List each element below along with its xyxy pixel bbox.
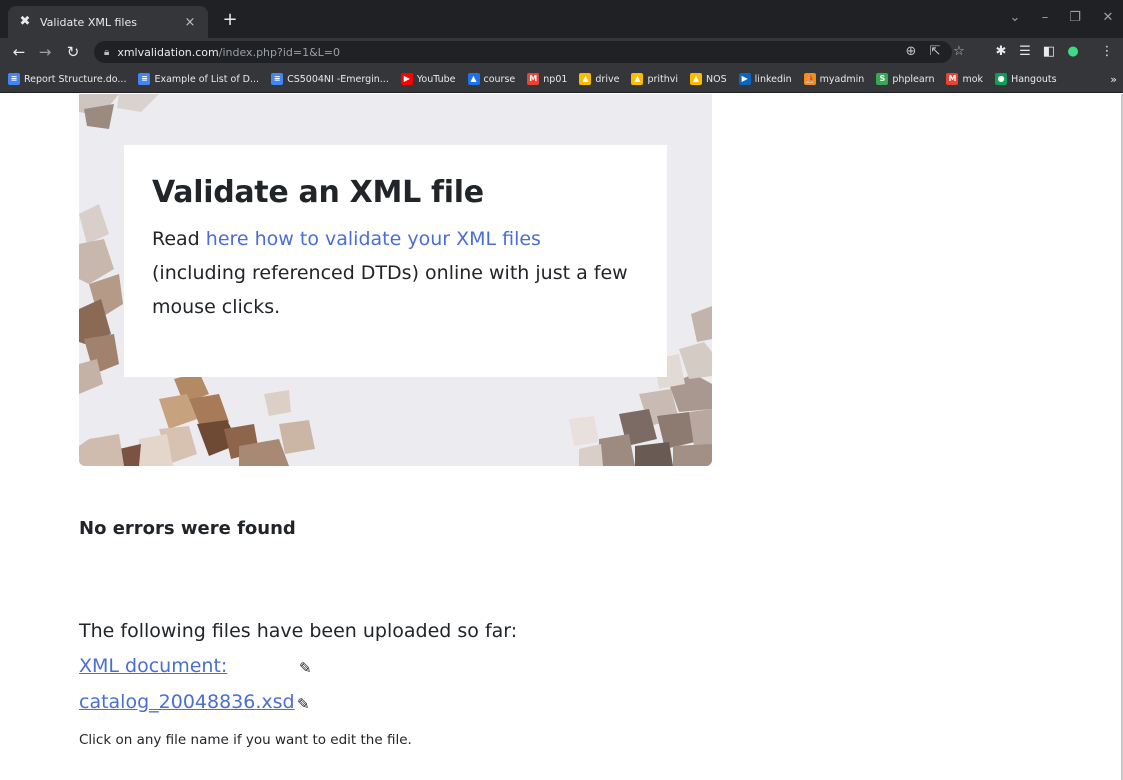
intro-card: Validate an XML file Read here how to va… (124, 145, 667, 377)
sololearn-icon: S (876, 73, 889, 85)
bookmark-label: mok (962, 73, 984, 85)
bookmark-label: drive (595, 73, 620, 85)
drive-icon: ▲ (690, 73, 703, 85)
linkedin-icon: ▶ (738, 73, 751, 85)
intro-prefix: Read (152, 228, 206, 250)
bookmark-item[interactable]: ≡ Example of List of D... (134, 68, 263, 90)
pencil-icon[interactable]: ✎ (299, 659, 312, 677)
bookmark-label: myadmin (819, 73, 865, 85)
bookmarks-bar: ≡ Report Structure.do... ≡ Example of List … (0, 66, 1123, 93)
drive-icon: ▲ (631, 73, 644, 85)
url-host: xmlvalidation.com (117, 45, 219, 59)
reload-icon[interactable]: ↻ (62, 41, 84, 63)
bookmark-label: CS5004NI -Emergin... (287, 73, 389, 85)
minimize-icon[interactable]: – (1030, 6, 1060, 30)
bookmark-item[interactable]: ▶ YouTube (397, 68, 460, 90)
tab-search-icon[interactable]: ⌄ (1000, 6, 1030, 30)
bookmark-label: Example of List of D... (154, 73, 260, 85)
zoom-icon[interactable]: ⊕ (900, 41, 922, 63)
bookmark-item[interactable]: Mmok (942, 68, 987, 90)
docs-icon: ≡ (138, 73, 151, 85)
bookmark-label: linkedin (754, 73, 792, 85)
bookmark-item[interactable]: ⛵ myadmin (800, 68, 869, 90)
lock-icon: 🔒︎ (104, 46, 110, 58)
extensions-icon[interactable]: ✱ (990, 41, 1012, 63)
gmail-icon: M (527, 73, 540, 85)
bookmark-label: prithvi (647, 73, 679, 85)
back-arrow-icon[interactable]: ← (8, 41, 30, 63)
docs-icon: ≡ (271, 73, 284, 85)
xsd-file-link[interactable]: catalog_20048836.xsd (79, 691, 295, 713)
bookmark-item[interactable]: ● Hangouts (991, 68, 1061, 90)
browser-tabstrip: ✖ Validate XML files × + ⌄ – ❐ ✕ (0, 0, 1123, 38)
browser-tab[interactable]: ✖ Validate XML files × (8, 6, 208, 38)
bookmark-item[interactable]: ▲ drive (575, 68, 623, 90)
tab-title: Validate XML files (40, 15, 137, 29)
pencil-icon[interactable]: ✎ (297, 695, 310, 713)
bookmark-item[interactable]: ▶ linkedin (735, 68, 796, 90)
page-content: Validate an XML file Read here how to va… (0, 94, 1123, 780)
intro-suffix: (including referenced DTDs) online with … (152, 262, 628, 318)
validation-result-message: No errors were found (79, 518, 296, 539)
bookmark-item[interactable]: Sphplearn (872, 68, 938, 90)
bookmark-label: np01 (543, 73, 568, 85)
xml-document-link[interactable]: XML document: (79, 655, 227, 677)
bookmark-item[interactable]: ▲ NOS (686, 68, 731, 90)
how-to-validate-link[interactable]: here how to validate your XML files (206, 228, 541, 250)
phpmyadmin-icon: ⛵ (803, 73, 816, 85)
page-title: Validate an XML file (152, 175, 484, 210)
bookmark-label: NOS (706, 73, 727, 85)
bookmark-label: YouTube (416, 73, 456, 85)
address-bar[interactable]: 🔒︎ xmlvalidation.com/index.php?id=1&L=0 (94, 41, 952, 63)
bookmark-label: Report Structure.do... (24, 73, 127, 85)
bookmark-label: phplearn (892, 73, 935, 85)
forward-arrow-icon[interactable]: → (34, 41, 56, 63)
intro-text: Read here how to validate your XML files… (152, 222, 639, 324)
restore-icon[interactable]: ❐ (1060, 6, 1090, 30)
bookmark-item[interactable]: ▲ course (464, 68, 520, 90)
new-tab-button[interactable]: + (218, 8, 242, 32)
xmlvalidation-favicon-icon: ✖ (19, 14, 31, 29)
reading-list-icon[interactable]: ☰ (1014, 41, 1036, 63)
hangouts-icon: ● (995, 73, 1008, 85)
bookmark-item[interactable]: Mnp01 (523, 68, 571, 90)
uploaded-files-heading: The following files have been uploaded s… (79, 620, 518, 642)
window-close-icon[interactable]: ✕ (1093, 6, 1123, 30)
bookmark-item[interactable]: ≡ CS5004NI -Emergin... (267, 68, 393, 90)
browser-toolbar: ← → ↻ 🔒︎ xmlvalidation.com/index.php?id=… (0, 38, 1123, 66)
bookmark-star-icon[interactable]: ☆ (948, 41, 970, 63)
youtube-icon: ▶ (400, 73, 413, 85)
side-panel-icon[interactable]: ◧ (1038, 41, 1060, 63)
edit-hint-text: Click on any file name if you want to ed… (79, 732, 412, 748)
bookmark-label: course (483, 73, 516, 85)
url-path: /index.php?id=1&L=0 (218, 45, 341, 59)
profile-avatar-icon[interactable]: ● (1062, 41, 1084, 63)
menu-kebab-icon[interactable]: ⋮ (1096, 41, 1118, 63)
drive-icon: ▲ (579, 73, 592, 85)
bookmark-label: Hangouts (1011, 73, 1057, 85)
share-icon[interactable]: ⇱ (924, 41, 946, 63)
bookmark-item[interactable]: ▲ prithvi (627, 68, 682, 90)
bookmark-item[interactable]: ≡ Report Structure.do... (4, 68, 130, 90)
tab-close-icon[interactable]: × (182, 15, 198, 30)
bookmarks-more-icon[interactable]: » (1110, 66, 1117, 93)
classroom-icon: ▲ (467, 73, 480, 85)
gmail-icon: M (946, 73, 959, 85)
docs-icon: ≡ (8, 73, 20, 85)
